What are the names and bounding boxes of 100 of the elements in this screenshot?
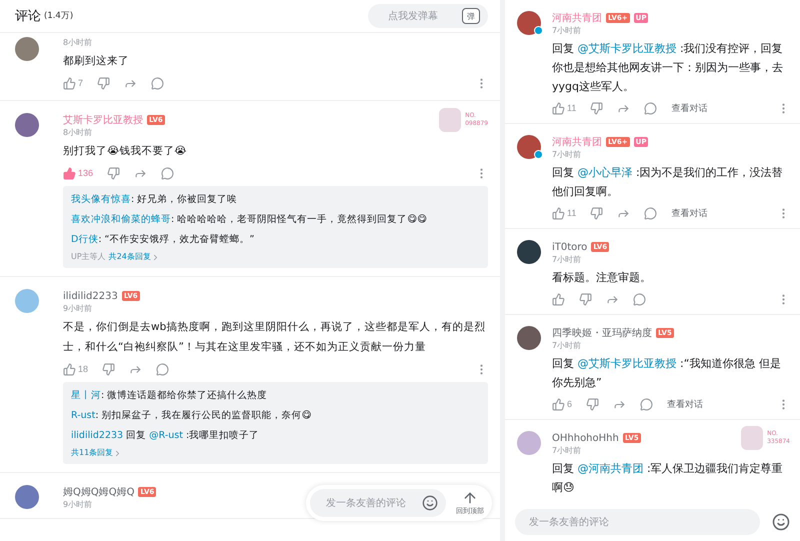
comment-text: 看标题。注意审题。 (552, 270, 652, 286)
dislike-button[interactable] (97, 76, 110, 90)
comment-time: 7小时前 (552, 25, 582, 36)
speech-bubble-icon (640, 398, 654, 410)
thumbs-down-icon (102, 362, 116, 376)
replies-note: UP主等人 (71, 251, 106, 263)
comment-text: 回复 @小心早泽 :因为不是我们的工作，没法替他们回复啊。 (552, 165, 784, 200)
reply-button[interactable] (640, 398, 654, 410)
reply-button[interactable] (156, 362, 170, 376)
danmaku-field[interactable]: 点我发弹幕 弹 (368, 4, 488, 28)
speech-bubble-icon (151, 76, 164, 90)
mention-link[interactable]: @R-ust (149, 430, 183, 441)
reply-author-link[interactable]: 喜欢冲浪和偷菜的蜂哥 (71, 214, 171, 225)
fan-badge-picture (741, 426, 764, 450)
reply-author-link[interactable]: ilidilid2233 (71, 430, 124, 441)
like-button[interactable]: 136 (63, 166, 94, 180)
like-button[interactable]: 11 (552, 206, 576, 220)
comment-input[interactable]: 发一条友善的评论 (324, 496, 418, 510)
thumbs-down-icon (590, 102, 604, 114)
speech-bubble-icon (644, 102, 658, 114)
mention-link[interactable]: @艾斯卡罗比亚教授 (578, 357, 676, 370)
view-dialog-link[interactable]: 查看对话 (671, 206, 708, 220)
dislike-button[interactable] (102, 362, 116, 376)
user-name[interactable]: 姆Q姆Q姆Q姆Q (63, 485, 134, 499)
fan-badge-picture (439, 108, 462, 132)
thumbs-up-icon (63, 362, 76, 376)
dislike-button[interactable] (579, 292, 592, 306)
thumbs-up-icon (63, 76, 76, 90)
mention-link[interactable]: @艾斯卡罗比亚教授 (578, 42, 676, 55)
thumbs-up-icon (552, 292, 565, 306)
user-name[interactable]: 艾斯卡罗比亚教授 (63, 113, 143, 127)
mention-link[interactable]: @河南共青团 (578, 462, 644, 475)
like-button[interactable]: 6 (552, 398, 572, 410)
reply-text: 我头像有惊喜: 好兄弟，你被回复了唉 (71, 193, 238, 207)
comment-text: 回复 @艾斯卡罗比亚教授 :我们没有控评，回复你也是想给其他网友讲一下：别因为一些事，去yygq这些军人。 (552, 41, 784, 95)
reply-text: 星丨河: 微博连话题都给你禁了还搞什么热度 (71, 389, 268, 403)
comment-time: 7小时前 (552, 254, 582, 265)
comment-field[interactable]: 发一条友善的评论 (515, 509, 760, 535)
thumbs-down-icon (107, 166, 120, 180)
comment-text: 都刷到这来了 (63, 54, 130, 69)
comment-time: 8小时前 (63, 37, 92, 48)
user-name[interactable]: 河南共青团 (552, 135, 602, 149)
thumbs-down-icon (97, 76, 110, 90)
speech-bubble-icon (633, 292, 646, 306)
reply-button[interactable] (644, 102, 658, 114)
danmaku-toggle-button[interactable]: 弹 (462, 8, 480, 24)
reply-text: R-ust: 别扣屎盆子，我在履行公民的监督职能，奈何😋 (71, 409, 312, 423)
avatar[interactable] (517, 135, 541, 159)
like-button[interactable]: 18 (63, 362, 88, 376)
user-name[interactable]: iT0toro (552, 242, 588, 252)
avatar[interactable] (517, 11, 541, 35)
thumbs-up-icon (552, 206, 565, 220)
user-name[interactable]: ilidilid2233 (63, 290, 118, 302)
comment-time: 7小时前 (552, 149, 582, 160)
more-replies-link[interactable]: 共24条回复 (108, 251, 160, 263)
reply-button[interactable] (161, 166, 174, 180)
reply-button[interactable] (151, 76, 164, 90)
comment-time: 8小时前 (63, 127, 92, 138)
avatar[interactable] (517, 326, 541, 350)
speech-bubble-icon (161, 166, 174, 180)
comment-time: 9小时前 (63, 499, 92, 510)
user-name[interactable]: 四季映姬・亚玛萨纳度 (552, 326, 652, 340)
mention-link[interactable]: @小心早泽 (578, 166, 632, 179)
view-dialog-link[interactable]: 查看对话 (667, 398, 704, 410)
dislike-button[interactable] (107, 166, 120, 180)
dislike-button[interactable] (590, 206, 604, 220)
reply-author-link[interactable]: 我头像有惊喜 (71, 194, 131, 205)
reply-text: D行侠: “不作安安饿殍，效尤奋臂螳螂。” (71, 233, 256, 247)
like-button[interactable] (552, 292, 565, 306)
emoji-icon[interactable] (772, 513, 790, 531)
comment-text: 别打我了😭钱我不要了😭 (63, 144, 188, 159)
reply-text: ilidilid2233 回复 @R-ust :我哪里扣喷子了 (71, 429, 260, 443)
dislike-button[interactable] (590, 102, 604, 114)
emoji-icon[interactable] (422, 495, 438, 511)
more-replies-link[interactable]: 共11条回复 (71, 447, 122, 459)
reply-button[interactable] (644, 206, 658, 220)
comment-text: 不是，你们倒是去wb搞热度啊，跑到这里阴阳什么，再说了，这些都是军人，有的是烈士，和什么“白袍纠察队”！与其在这里发牢骚，还不如为正义贡献一份力量 (63, 320, 486, 355)
thumbs-down-icon (579, 292, 592, 306)
view-dialog-link[interactable]: 查看对话 (671, 102, 708, 114)
danmaku-input[interactable]: 点我发弹幕 (368, 10, 458, 22)
thumbs-up-icon (63, 166, 76, 180)
user-name[interactable]: OHhhohoHhh (552, 432, 619, 444)
reply-button[interactable] (633, 292, 646, 306)
thumbs-down-icon (586, 398, 600, 410)
dislike-button[interactable] (586, 398, 600, 410)
thumbs-up-icon (552, 102, 565, 114)
like-button[interactable]: 7 (63, 76, 84, 90)
speech-bubble-icon (156, 362, 170, 376)
comment-time: 7小时前 (552, 340, 582, 351)
comments-title: 评论 (15, 8, 41, 25)
reply-author-link[interactable]: 星丨河 (71, 390, 101, 401)
user-name[interactable]: 河南共青团 (552, 11, 602, 25)
like-button[interactable]: 11 (552, 102, 576, 114)
reply-author-link[interactable]: D行侠 (71, 234, 98, 245)
speech-bubble-icon (644, 206, 658, 220)
reply-author-link[interactable]: R-ust (71, 410, 96, 421)
avatar[interactable] (517, 240, 541, 264)
comment-text: 回复 @艾斯卡罗比亚教授 :“我知道你很急 但是你先别急” (552, 356, 782, 391)
comment-text: 回复 @河南共青团 :军人保卫边疆我们肯定尊重啊😓 (552, 461, 784, 496)
comment-field[interactable]: 发一条友善的评论 (310, 489, 446, 517)
